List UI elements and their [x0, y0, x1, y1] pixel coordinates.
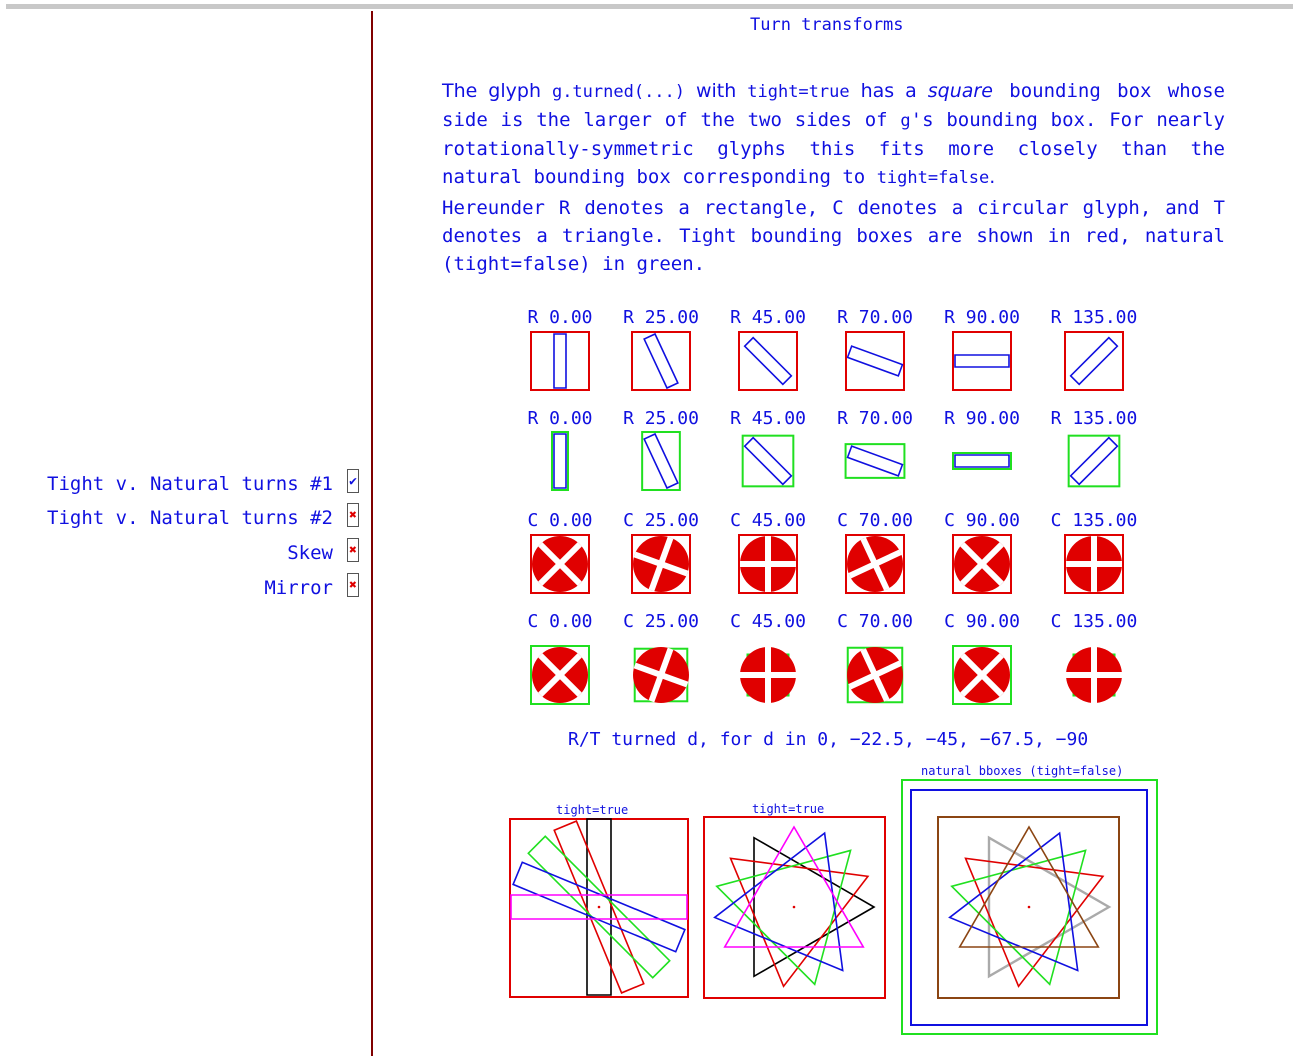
rectangle-glyph: [954, 454, 1010, 468]
tight-bbox: [738, 331, 798, 391]
rectangle-glyph: [743, 436, 793, 486]
tight-bbox: [1064, 331, 1124, 391]
tight-bbox: [530, 331, 590, 391]
triangle-glyph: [723, 825, 865, 948]
rectangle-glyph: [1069, 436, 1119, 486]
rectangle-glyph: [954, 354, 1010, 368]
rectangle-glyph: [846, 345, 904, 377]
rectangle-glyph: [846, 445, 904, 477]
center-dot: [1027, 905, 1031, 909]
center-dot: [792, 905, 796, 909]
drawing-canvas: [509, 331, 1158, 1035]
center-dot: [597, 905, 601, 909]
rectangle-glyph: [553, 333, 567, 389]
triangle-glyph: [987, 835, 1112, 979]
tight-bbox: [952, 331, 1012, 391]
triangle-glyph: [753, 836, 876, 978]
natural-bbox: [844, 443, 906, 479]
tight-bbox: [845, 331, 905, 391]
natural-bbox: [741, 434, 795, 488]
rectangle-glyph: [643, 432, 679, 490]
triangle-glyph: [950, 849, 1087, 986]
triangle-glyph: [715, 849, 852, 986]
natural-bbox: [1067, 434, 1121, 488]
triangle-glyph: [958, 825, 1100, 948]
rectangle-glyph: [1069, 336, 1119, 386]
rectangle-glyph: [553, 433, 567, 489]
natural-bbox: [641, 430, 681, 492]
tight-bbox: [631, 331, 691, 391]
rectangle-glyph: [643, 332, 679, 390]
rectangle-glyph: [743, 336, 793, 386]
